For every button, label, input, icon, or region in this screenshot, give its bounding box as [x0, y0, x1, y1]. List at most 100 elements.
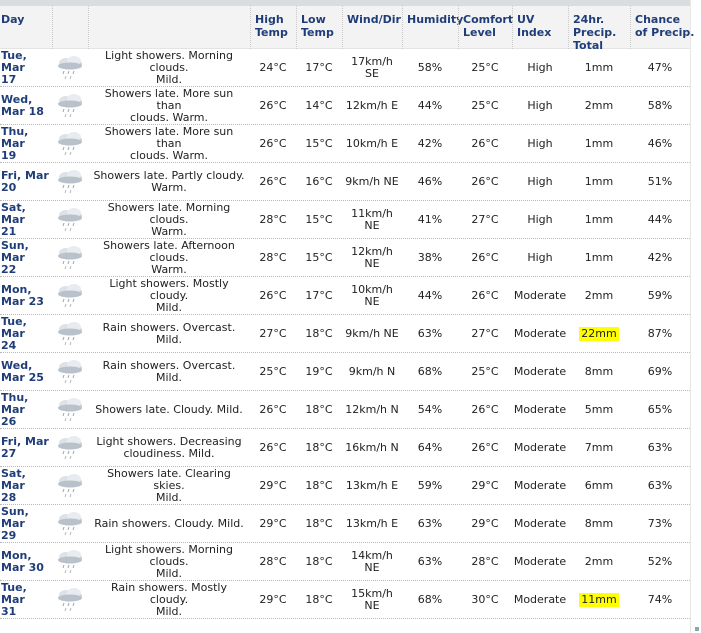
comf-value: 27°C [471, 327, 499, 340]
cell-chance: 46% [630, 125, 690, 163]
desc-line: Mild. [155, 567, 183, 580]
day-line: Sun, Mar [1, 239, 29, 264]
day-value: Mon, Mar 30 [1, 550, 44, 574]
desc-value: Showers late. Clearing skies. Mild. [92, 468, 246, 504]
day-line: 24 [1, 339, 17, 352]
wind-value: 16km/h N [345, 442, 399, 454]
cell-day: Tue, Mar 17 [0, 49, 52, 87]
day-line: 21 [1, 225, 17, 238]
chance-value: 73% [647, 517, 673, 530]
cell-wind: 10km/h NE [342, 277, 402, 315]
cloud-rain-icon [56, 435, 84, 461]
hum-value: 68% [417, 365, 443, 378]
desc-value: Showers late. Afternoon clouds. Warm. [92, 240, 246, 276]
header-precip-label: 24hr. [573, 13, 605, 26]
low-value: 18°C [305, 327, 333, 340]
cell-chance: 63% [630, 429, 690, 467]
cell-day: Thu, Mar 26 [0, 391, 52, 429]
header-low-label: Low [301, 13, 326, 26]
cell-low: 15°C [296, 201, 342, 239]
cell-comf: 25°C [458, 87, 512, 125]
wind-line: SE [365, 67, 379, 80]
header-comf-label: Comfort [463, 13, 514, 26]
wind-value: 9km/h N [349, 366, 396, 378]
cell-desc: Light showers. Morning clouds. Mild. [88, 49, 250, 87]
cell-precip: 1mm [568, 125, 630, 163]
cell-icon [52, 49, 88, 87]
day-line: 22 [1, 263, 17, 276]
hum-value: 63% [417, 517, 443, 530]
comf-value: 26°C [471, 137, 499, 150]
cell-uv: Moderate [512, 391, 568, 429]
desc-value: Light showers. Morning clouds. Mild. [92, 544, 246, 580]
hum-value: 42% [417, 137, 443, 150]
cell-day: Fri, Mar 27 [0, 429, 52, 467]
hum-value: 41% [417, 213, 443, 226]
table-row: Wed, Mar 18 Showers late. More sun than clo… [0, 87, 690, 125]
header-high-label: Temp [255, 26, 288, 39]
cell-wind: 13km/h E [342, 467, 402, 505]
cell-icon [52, 277, 88, 315]
cloud-rain-icon [56, 245, 84, 271]
chance-value: 47% [647, 61, 673, 74]
uv-value: High [527, 137, 553, 150]
chance-value: 74% [647, 593, 673, 606]
day-line: Mar 23 [1, 295, 44, 308]
cell-precip: 6mm [568, 467, 630, 505]
cell-uv: Moderate [512, 429, 568, 467]
day-value: Sat, Mar 28 [1, 468, 52, 504]
cloud-rain-icon [56, 511, 84, 537]
cell-chance: 74% [630, 581, 690, 619]
uv-value: Moderate [513, 517, 567, 530]
cell-uv: Moderate [512, 353, 568, 391]
comf-value: 25°C [471, 61, 499, 74]
cell-hum: 64% [402, 429, 458, 467]
cell-chance: 47% [630, 49, 690, 87]
wind-value: 12km/h NE [351, 246, 393, 270]
cell-hum: 59% [402, 467, 458, 505]
cell-precip: 2mm [568, 543, 630, 581]
table-row: Mon, Mar 23 Light showers. Mostly cloudy. M… [0, 277, 690, 315]
comf-value: 28°C [471, 555, 499, 568]
high-value: 26°C [259, 289, 287, 302]
cell-icon [52, 87, 88, 125]
day-line: Sat, Mar [1, 467, 26, 492]
cloud-rain-icon [56, 359, 84, 385]
uv-value: Moderate [513, 327, 567, 340]
cell-comf: 30°C [458, 581, 512, 619]
uv-value: Moderate [513, 479, 567, 492]
cell-desc: Showers late. Morning clouds. Warm. [88, 201, 250, 239]
desc-line: Mild. [155, 491, 183, 504]
header-precip-label: Precip. [573, 26, 617, 39]
day-line: 17 [1, 73, 17, 86]
cell-low: 19°C [296, 353, 342, 391]
high-value: 28°C [259, 251, 287, 264]
header-comf: Comfort Level [458, 6, 514, 49]
cell-high: 28°C [250, 201, 296, 239]
cloud-rain-icon [56, 207, 84, 233]
cell-low: 18°C [296, 505, 342, 543]
precip-value: 8mm [584, 365, 614, 378]
cell-icon [52, 353, 88, 391]
cell-precip: 7mm [568, 429, 630, 467]
wind-line: 12km/h N [345, 403, 399, 416]
comf-value: 27°C [471, 213, 499, 226]
header-chance-label: of Precip. [635, 26, 695, 39]
precip-value: 5mm [584, 403, 614, 416]
desc-value: Rain showers. Overcast. Mild. [92, 360, 246, 384]
high-value: 29°C [259, 593, 287, 606]
wind-value: 17km/h SE [351, 56, 393, 80]
low-value: 18°C [305, 403, 333, 416]
precip-value: 1mm [584, 251, 614, 264]
cloud-rain-icon [56, 55, 84, 81]
day-value: Sat, Mar 21 [1, 202, 52, 238]
cell-chance: 44% [630, 201, 690, 239]
desc-line: Rain showers. Overcast. Mild. [102, 359, 236, 384]
precip-value: 2mm [584, 99, 614, 112]
cell-icon [52, 201, 88, 239]
cell-hum: 58% [402, 49, 458, 87]
comf-value: 30°C [471, 593, 499, 606]
cell-uv: Moderate [512, 467, 568, 505]
table-row: Mon, Mar 30 Light showers. Morning clouds.… [0, 543, 690, 581]
cell-icon [52, 581, 88, 619]
